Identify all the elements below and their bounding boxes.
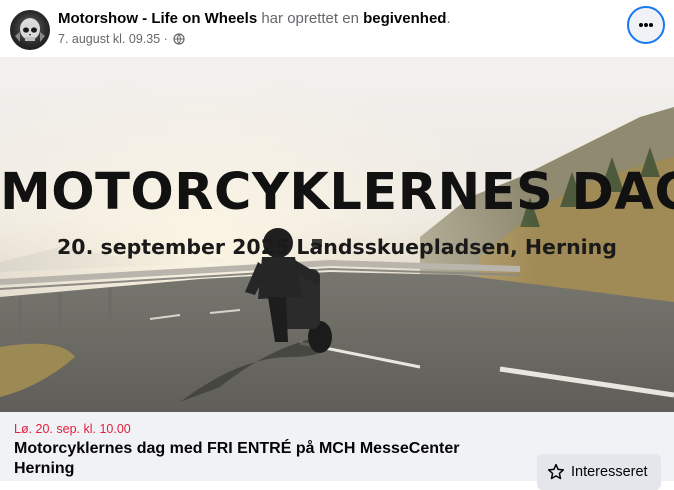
star-icon [547,463,565,480]
more-horizontal-icon [639,23,643,27]
title-period: . [446,10,451,27]
skull-helmet-logo-icon [15,18,45,42]
post-header: Motorshow - Life on Wheels har oprettet … [0,0,674,57]
event-link[interactable]: begivenhed [363,10,446,27]
action-text: har oprettet en [261,10,359,27]
globe-icon [173,33,185,45]
banner-subtitle: 20. september 2025 Landsskuepladsen, Her… [57,235,617,259]
more-dot [649,23,653,27]
post-meta: 7. august kl. 09.35 · [58,32,185,46]
event-title[interactable]: Motorcyklernes dag med FRI ENTRÉ på MCH … [14,439,514,479]
more-dot [644,23,648,27]
post-title-line: Motorshow - Life on Wheels har oprettet … [58,10,451,27]
meta-separator: · [163,32,168,46]
event-cover-image[interactable]: MOTORCYKLERNES DAG 20. september 2025 La… [0,57,674,412]
event-info: Lø. 20. sep. kl. 10.00 Motorcyklernes da… [0,412,674,490]
more-options-button[interactable] [627,6,665,44]
post-timestamp[interactable]: 7. august kl. 09.35 [58,32,160,46]
page-avatar[interactable] [10,10,50,50]
page-name-link[interactable]: Motorshow - Life on Wheels [58,10,257,27]
event-date: Lø. 20. sep. kl. 10.00 [14,422,131,436]
banner-title: MOTORCYKLERNES DAG [0,163,674,222]
interested-button[interactable]: Interesseret [537,454,661,490]
interested-label: Interesseret [571,464,648,480]
